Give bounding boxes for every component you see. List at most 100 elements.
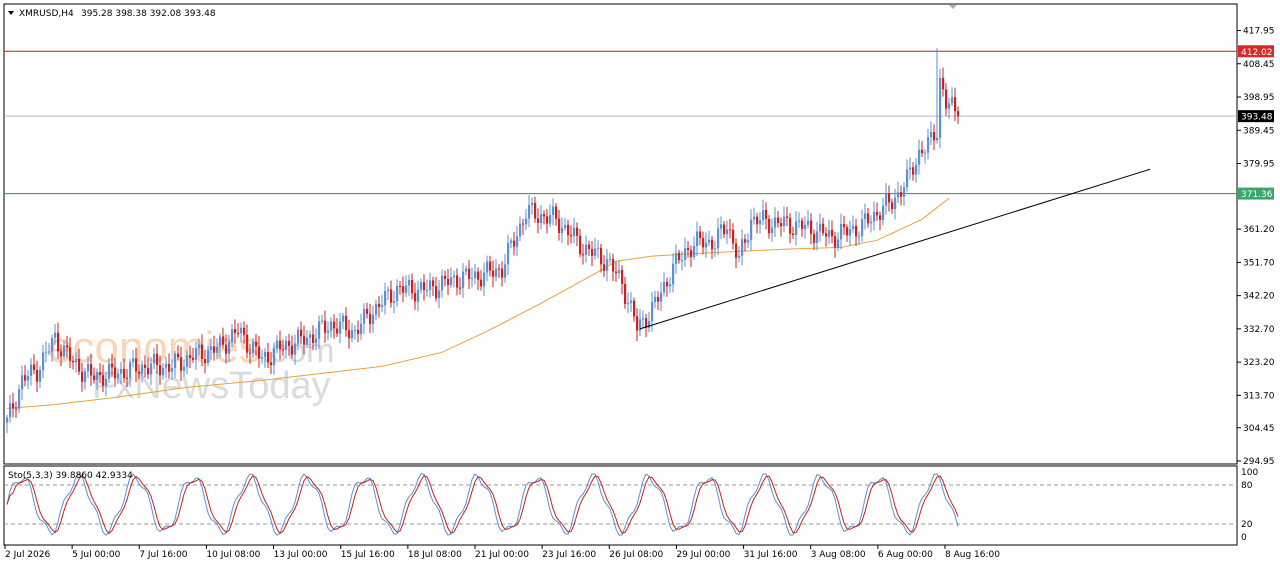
candle-body — [579, 235, 582, 255]
candle-body — [906, 169, 909, 188]
candle-body — [519, 223, 522, 237]
candle-body — [507, 242, 510, 265]
candle-body — [210, 346, 213, 350]
candle-body — [738, 255, 741, 258]
candle-body — [594, 248, 597, 256]
candle-body — [954, 97, 957, 112]
candle-body — [849, 229, 852, 236]
candle-body — [570, 235, 573, 237]
ohlc-values: 395.28 398.38 392.08 393.48 — [81, 9, 216, 19]
candle-body — [504, 264, 507, 278]
symbol-label: XMRUSD,H4 — [19, 9, 74, 19]
candle-body — [927, 137, 930, 153]
candle-body — [312, 334, 315, 344]
candle-body — [807, 220, 810, 225]
time-tick-label: 3 Aug 08:00 — [811, 550, 866, 560]
candle-body — [495, 268, 498, 277]
candle-body — [699, 231, 702, 238]
candle-body — [165, 363, 168, 368]
time-tick-label: 26 Jul 08:00 — [609, 550, 663, 560]
candle-body — [621, 269, 624, 284]
candle-body — [576, 227, 579, 236]
candle-body — [819, 223, 822, 232]
candle-body — [516, 236, 519, 247]
price-tick-label: 332.70 — [1243, 325, 1275, 335]
candle-body — [474, 271, 477, 279]
candle-body — [624, 283, 627, 304]
candle-body — [162, 367, 165, 376]
candle-body — [585, 244, 588, 255]
candle-body — [36, 370, 39, 382]
candle-body — [447, 278, 450, 285]
candle-body — [150, 363, 153, 375]
candle-body — [867, 213, 870, 224]
candle-body — [258, 346, 261, 359]
candle-body — [513, 240, 516, 247]
candle-body — [171, 368, 174, 372]
candle-body — [300, 329, 303, 337]
candle-body — [633, 300, 636, 317]
candle-body — [723, 224, 726, 235]
candle-body — [72, 360, 75, 363]
candle-body — [66, 345, 69, 348]
time-tick-label: 21 Jul 00:00 — [475, 550, 529, 560]
stoch-tick-label: 20 — [1241, 520, 1253, 530]
candle-body — [438, 290, 441, 299]
candle-body — [834, 236, 837, 248]
candle-body — [678, 252, 681, 261]
candle-body — [237, 333, 240, 335]
candle-body — [453, 275, 456, 278]
resistance-price-label: 412.02 — [1241, 48, 1273, 58]
candle-body — [9, 403, 12, 418]
candle-body — [717, 228, 720, 249]
candle-body — [708, 239, 711, 243]
candle-body — [891, 202, 894, 210]
candle-body — [864, 213, 867, 220]
candle-body — [90, 363, 93, 376]
candle-body — [861, 219, 864, 236]
candle-body — [930, 132, 933, 138]
candle-body — [957, 111, 960, 117]
candle-body — [747, 240, 750, 243]
candle-body — [42, 352, 45, 371]
candle-body — [666, 281, 669, 287]
candle-body — [534, 202, 537, 219]
candle-body — [618, 269, 621, 274]
candle-body — [558, 218, 561, 233]
candle-body — [153, 353, 156, 364]
candle-body — [921, 149, 924, 154]
time-tick-label: 6 Aug 00:00 — [878, 550, 933, 560]
candle-body — [363, 308, 366, 324]
candle-body — [321, 320, 324, 322]
candle-body — [201, 344, 204, 360]
candle-body — [456, 275, 459, 288]
candle-body — [945, 89, 948, 109]
candle-body — [129, 362, 132, 379]
candle-body — [498, 268, 501, 270]
candle-body — [822, 223, 825, 234]
candle-body — [813, 233, 816, 243]
candle-body — [426, 290, 429, 292]
candle-body — [243, 327, 246, 335]
candle-body — [609, 259, 612, 261]
candle-body — [111, 363, 114, 368]
candle-body — [750, 219, 753, 241]
stochastic-pane[interactable] — [3, 465, 1238, 546]
time-tick-label: 23 Jul 16:00 — [542, 550, 596, 560]
candle-body — [543, 214, 546, 217]
candle-body — [870, 221, 873, 224]
candle-body — [705, 242, 708, 248]
candle-body — [855, 225, 858, 237]
price-chart[interactable]: economies.com FxNewsToday 417.95408.4539… — [0, 0, 1280, 567]
candle-body — [801, 220, 804, 229]
candle-body — [681, 259, 684, 261]
candle-body — [342, 315, 345, 322]
candle-body — [60, 351, 63, 357]
candle-body — [828, 229, 831, 237]
candle-body — [471, 278, 474, 280]
candle-body — [315, 338, 318, 344]
stochastic-label: Sto(5,3,3) 39.8860 42.9334 — [8, 471, 133, 481]
time-tick-label: 13 Jul 00:00 — [274, 550, 328, 560]
stoch-tick-label: 80 — [1241, 481, 1253, 491]
candle-body — [936, 137, 939, 141]
